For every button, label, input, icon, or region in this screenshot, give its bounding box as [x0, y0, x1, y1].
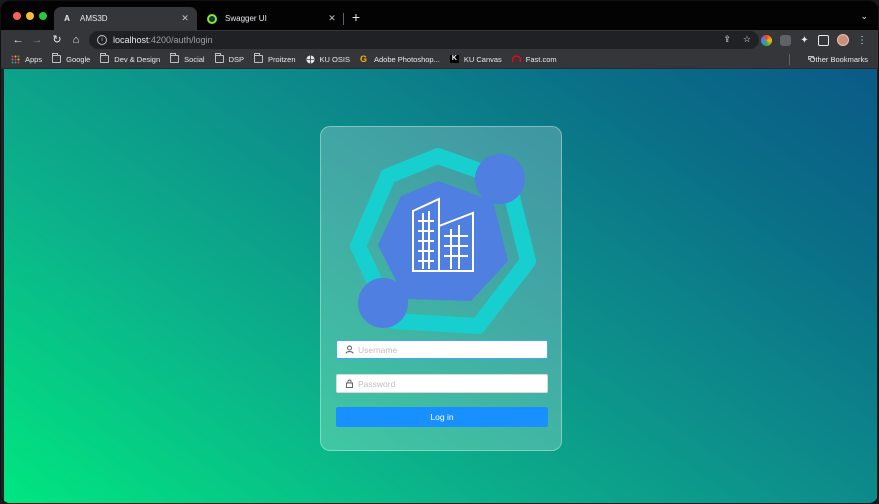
share-icon[interactable]: ⇪ — [723, 34, 731, 45]
close-tab-icon[interactable]: ✕ — [326, 13, 338, 24]
username-field[interactable] — [336, 340, 548, 359]
more-menu-icon[interactable]: ⋮ — [857, 35, 867, 46]
bookmark-label: KU Canvas — [463, 54, 502, 64]
bookmark-ku-canvas[interactable]: K KU Canvas — [449, 54, 502, 64]
close-tab-icon[interactable]: ✕ — [179, 13, 191, 24]
bookmark-label: Dev & Design — [114, 54, 161, 64]
minimize-window-button[interactable] — [26, 12, 34, 20]
extensions-puzzle-icon[interactable]: ✦ — [799, 35, 810, 46]
bookmark-social[interactable]: Social — [170, 53, 205, 64]
password-field[interactable] — [336, 374, 548, 393]
maximize-window-button[interactable] — [39, 12, 47, 20]
folder-icon — [100, 53, 110, 63]
bookmark-label: Other Bookmarks — [809, 54, 868, 64]
forward-arrow-icon[interactable]: → — [30, 33, 44, 47]
bookmark-adobe-photoshop[interactable]: G Adobe Photoshop... — [360, 55, 440, 64]
home-icon[interactable]: ⌂ — [69, 33, 83, 47]
login-card: Log in — [320, 126, 562, 451]
address-host: localhost — [113, 35, 149, 45]
apps-grid-icon — [11, 55, 20, 64]
bookmark-label: DSP — [228, 54, 245, 64]
bookmark-label: Fast.com — [525, 54, 557, 64]
browser-window: A AMS3D ✕ Swagger UI ✕ + ⌄ ← → ↻ ⌂ i loc… — [0, 0, 879, 504]
profile-avatar[interactable] — [837, 34, 849, 46]
fast-logo-icon — [511, 55, 522, 63]
bookmark-apps[interactable]: Apps — [11, 55, 42, 64]
close-window-button[interactable] — [13, 12, 21, 20]
folder-icon — [170, 53, 180, 63]
browser-toolbar: ← → ↻ ⌂ i localhost:4200/auth/login ⇪ ☆ … — [1, 30, 878, 50]
bookmark-label: Social — [184, 54, 205, 64]
bookmarks-separator — [789, 54, 790, 65]
login-button[interactable]: Log in — [336, 407, 548, 427]
bookmark-label: Apps — [25, 54, 43, 64]
bookmark-label: KU OSIS — [319, 54, 350, 64]
bookmark-label: Proitzen — [268, 54, 296, 64]
lock-icon — [344, 379, 354, 389]
folder-icon — [254, 53, 264, 63]
color-picker-extension-icon[interactable] — [761, 34, 772, 46]
k-logo-icon: K — [449, 55, 459, 63]
username-input[interactable] — [358, 344, 547, 355]
bookmark-google[interactable]: Google — [52, 53, 91, 64]
g-logo-icon: G — [359, 54, 367, 64]
tab-title: AMS3D — [80, 14, 108, 23]
bookmark-fast-com[interactable]: Fast.com — [511, 54, 557, 64]
bookmark-dsp[interactable]: DSP — [214, 53, 245, 64]
folder-icon — [214, 53, 224, 63]
bookmark-proitzen[interactable]: Proitzen — [254, 53, 296, 64]
address-bar[interactable]: i localhost:4200/auth/login ⇪ ☆ — [89, 31, 759, 49]
tab-title: Swagger UI — [225, 14, 267, 23]
bookmark-other[interactable]: Other Bookmarks — [807, 54, 868, 64]
side-panel-icon[interactable] — [818, 34, 829, 46]
new-tab-button[interactable]: + — [349, 10, 363, 24]
bookmark-label: Adobe Photoshop... — [373, 54, 440, 64]
tab-strip: A AMS3D ✕ Swagger UI ✕ + ⌄ — [1, 1, 878, 30]
globe-icon — [306, 55, 315, 64]
bookmark-ku-osis[interactable]: KU OSIS — [306, 55, 350, 64]
tab-search-icon[interactable]: ⌄ — [860, 11, 868, 22]
extension-icon[interactable] — [780, 34, 791, 46]
tab-swagger[interactable]: Swagger UI ✕ — [199, 7, 344, 30]
address-path: :4200/auth/login — [148, 35, 213, 45]
bookmark-dev-design[interactable]: Dev & Design — [100, 53, 161, 64]
swagger-icon — [207, 13, 217, 24]
login-page: Log in — [4, 69, 877, 503]
reload-icon[interactable]: ↻ — [50, 33, 64, 47]
tab-divider — [343, 13, 344, 25]
user-icon — [344, 345, 354, 355]
folder-icon — [52, 53, 62, 63]
bookmark-star-icon[interactable]: ☆ — [743, 34, 751, 45]
password-input[interactable] — [358, 378, 547, 389]
site-info-icon[interactable]: i — [97, 35, 107, 45]
back-arrow-icon[interactable]: ← — [11, 33, 25, 47]
angular-icon: A — [64, 14, 70, 23]
folder-icon — [807, 56, 814, 60]
tab-ams3d[interactable]: A AMS3D ✕ — [54, 7, 197, 30]
bookmarks-bar: Apps Google Dev & Design Social DSP Proi… — [1, 50, 878, 69]
bookmark-label: Google — [66, 54, 91, 64]
app-logo-icon — [350, 148, 536, 334]
